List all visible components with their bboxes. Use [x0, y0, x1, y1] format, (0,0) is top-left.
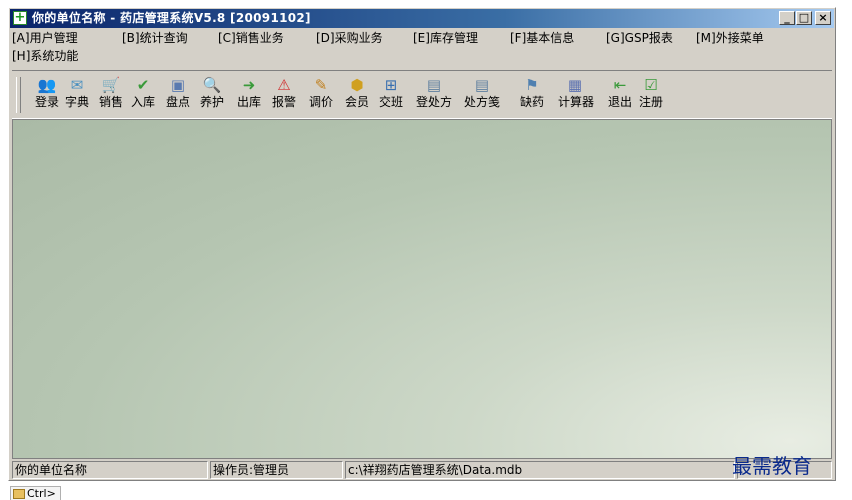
menu-external[interactable]: [M]外接菜单	[696, 30, 764, 47]
toolbar-button-stock-out[interactable]: ➜ 出库	[234, 75, 264, 115]
status-company: 你的单位名称	[12, 461, 208, 479]
menu-bar: [A]用户管理 [B]统计查询 [C]销售业务 [D]采购业务 [E]库存管理 …	[12, 30, 832, 66]
login-icon: 👥	[37, 76, 57, 94]
folder-icon	[13, 489, 25, 499]
prescription-entry-icon: ▤	[426, 76, 442, 94]
toolbar-button-label: 计算器	[558, 95, 595, 109]
menu-user-management[interactable]: [A]用户管理	[12, 30, 78, 47]
search-icon: 🔍	[202, 76, 222, 94]
toolbar-button-alarm[interactable]: ⚠ 报警	[268, 75, 300, 115]
minimize-button[interactable]: _	[779, 11, 795, 25]
toolbar-button-shift-handover[interactable]: ⊞ 交班	[376, 75, 406, 115]
stock-out-icon: ➜	[242, 76, 256, 94]
shortage-icon: ⚑	[525, 76, 539, 94]
status-db-path: c:\祥翔药店管理系统\Data.mdb	[345, 461, 735, 479]
toolbar-button-dictionary[interactable]: ✉ 字典	[62, 75, 92, 115]
toolbar-button-label: 调价	[308, 95, 333, 109]
menu-basic-info[interactable]: [F]基本信息	[510, 30, 574, 47]
toolbar-button-cart[interactable]: 🛒 销售	[96, 75, 126, 115]
toolbar-grip[interactable]	[16, 77, 21, 113]
toolbar-button-label: 登录	[34, 95, 59, 109]
title-bar[interactable]: + 你的单位名称 - 药店管理系统V5.8 [20091102] _ □ ×	[10, 9, 834, 28]
alarm-icon: ⚠	[277, 76, 291, 94]
menu-gsp-reports[interactable]: [G]GSP报表	[606, 30, 673, 47]
toolbar-button-label: 报警	[271, 95, 296, 109]
toolbar-button-inventory[interactable]: ▣ 盘点	[162, 75, 194, 115]
toolbar: 👥 登录 ✉ 字典 🛒 销售 ✔ 入库 ▣ 盘点 🔍 养护 ➜ 出库 ⚠ 报警 ✎ 调价 ⬢ 会员 ⊞ 交班 ▤ 登处方 ▤ 处方…	[12, 70, 832, 119]
main-window: + 你的单位名称 - 药店管理系统V5.8 [20091102] _ □ × […	[8, 7, 836, 481]
toolbar-button-label: 入库	[130, 95, 155, 109]
status-operator: 操作员:管理员	[210, 461, 343, 479]
status-bar: 你的单位名称 操作员:管理员 c:\祥翔药店管理系统\Data.mdb	[12, 460, 832, 480]
watermark-text: 最需教育	[732, 454, 812, 478]
menu-purchasing[interactable]: [D]采购业务	[316, 30, 383, 47]
cart-icon: 🛒	[101, 76, 121, 94]
prescription-note-icon: ▤	[474, 76, 490, 94]
toolbar-button-label: 处方笺	[463, 95, 500, 109]
toolbar-button-label: 会员	[344, 95, 369, 109]
toolbar-button-register[interactable]: ☑ 注册	[636, 75, 666, 115]
toolbar-button-label: 盘点	[165, 95, 190, 109]
toolbar-button-prescription-entry[interactable]: ▤ 登处方	[416, 75, 452, 115]
dictionary-icon: ✉	[70, 76, 84, 94]
taskbar-item[interactable]: Ctrl>	[10, 486, 61, 500]
menu-inventory[interactable]: [E]库存管理	[413, 30, 478, 47]
toolbar-button-label: 注册	[638, 95, 663, 109]
toolbar-button-search[interactable]: 🔍 养护	[196, 75, 228, 115]
stock-in-icon: ✔	[136, 76, 150, 94]
toolbar-button-label: 交班	[378, 95, 403, 109]
toolbar-button-label: 养护	[199, 95, 224, 109]
shift-handover-icon: ⊞	[384, 76, 398, 94]
close-button[interactable]: ×	[815, 11, 831, 25]
calculator-icon: ▦	[567, 76, 583, 94]
toolbar-button-member[interactable]: ⬢ 会员	[342, 75, 372, 115]
toolbar-button-label: 字典	[64, 95, 89, 109]
app-icon: +	[13, 10, 27, 25]
menu-system-functions[interactable]: [H]系统功能	[12, 48, 78, 65]
price-adjust-icon: ✎	[314, 76, 328, 94]
toolbar-button-calculator[interactable]: ▦ 计算器	[558, 75, 595, 115]
taskbar-item-label: Ctrl>	[27, 487, 56, 500]
window-title: 你的单位名称 - 药店管理系统V5.8 [20091102]	[32, 11, 311, 25]
toolbar-button-prescription-note[interactable]: ▤ 处方笺	[458, 75, 506, 115]
member-icon: ⬢	[350, 76, 364, 94]
inventory-icon: ▣	[170, 76, 186, 94]
toolbar-button-shortage[interactable]: ⚑ 缺药	[508, 75, 556, 115]
toolbar-button-label: 出库	[236, 95, 261, 109]
toolbar-button-price-adjust[interactable]: ✎ 调价	[304, 75, 338, 115]
toolbar-button-stock-in[interactable]: ✔ 入库	[128, 75, 158, 115]
menu-sales[interactable]: [C]销售业务	[218, 30, 284, 47]
mdi-client-area	[12, 119, 832, 459]
register-icon: ☑	[644, 76, 658, 94]
menu-statistics-query[interactable]: [B]统计查询	[122, 30, 188, 47]
toolbar-button-label: 销售	[98, 95, 123, 109]
maximize-button[interactable]: □	[796, 11, 812, 25]
toolbar-button-label: 登处方	[416, 95, 453, 109]
toolbar-button-login[interactable]: 👥 登录	[32, 75, 62, 115]
toolbar-button-label: 缺药	[519, 95, 544, 109]
